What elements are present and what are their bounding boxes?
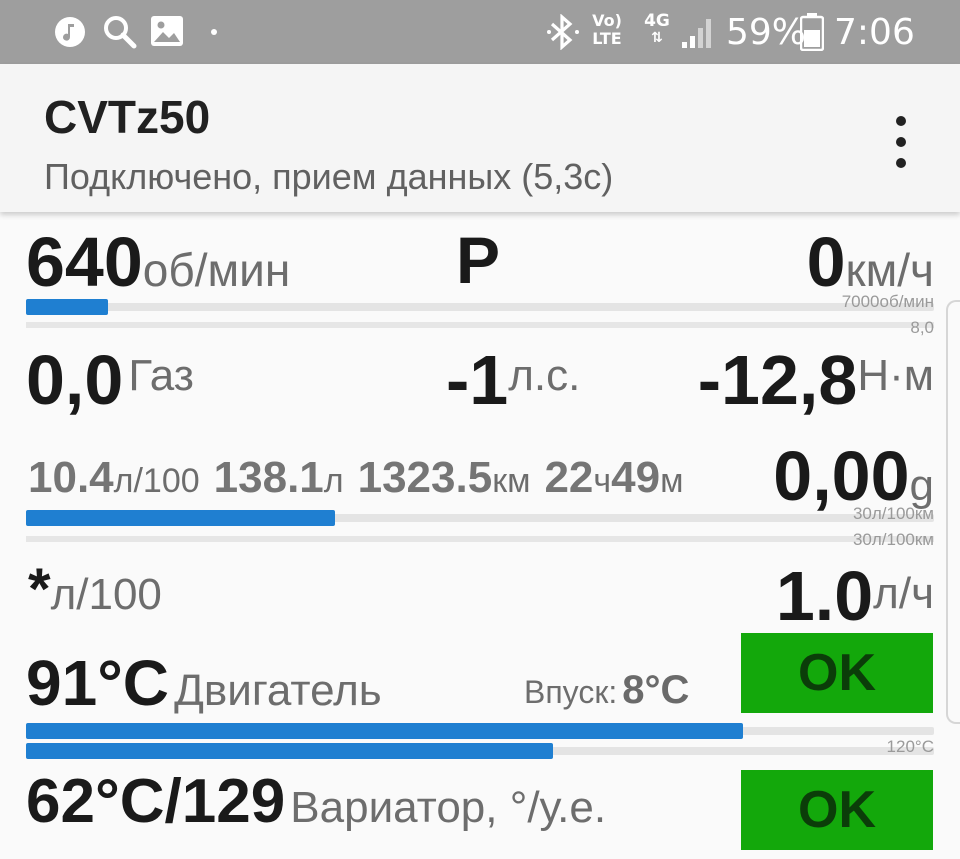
rpm-bar-fill <box>26 299 108 315</box>
rpm-max-label: 7000об/мин <box>841 292 934 311</box>
intake-temp-bar-fill <box>26 743 553 759</box>
connection-status: Подключено, прием данных (5,3с) <box>44 156 614 197</box>
rpm-unit: об/мин <box>142 244 291 296</box>
intake-value: 8°C <box>622 668 690 712</box>
engine-temp-label: Двигатель <box>174 666 382 715</box>
trip-hours: 22 <box>544 453 594 502</box>
fuel-used: 138.1 <box>213 453 324 502</box>
speed-value: 0 <box>806 223 846 301</box>
engine-status-badge: OK <box>741 633 933 713</box>
consumption-max-label-1: 30л/100км <box>852 504 934 523</box>
volte-icon: Vo) LTE <box>589 12 625 48</box>
torque-readout: -12,8Н·м <box>698 340 934 420</box>
instant-consumption-readout: *л/100 <box>28 556 162 623</box>
music-icon <box>55 17 85 47</box>
instant-value: * <box>28 557 51 622</box>
data-arrows-icon: ⇅ <box>651 30 663 46</box>
net-label: 4G <box>644 11 670 31</box>
volte-line2: LTE <box>592 29 622 48</box>
torque-value: -12,8 <box>697 341 858 419</box>
rpm-value: 640 <box>26 223 143 301</box>
consumption-bar <box>26 510 934 526</box>
trip-distance: 1323.5 <box>357 453 493 502</box>
throttle-label: Газ <box>128 351 194 400</box>
throttle-max-label: 8,0 <box>910 318 934 337</box>
engine-temp-max-label: 120°C <box>886 737 934 756</box>
engine-temp-readout: 91°C Двигатель <box>26 646 382 720</box>
engine-temp-bar-fill <box>26 723 744 739</box>
power-value: -1 <box>446 341 509 419</box>
g-force-unit: g <box>909 461 934 510</box>
app-title: CVTz50 <box>44 91 211 143</box>
signal-icon <box>682 19 711 48</box>
rpm-bar <box>26 299 934 315</box>
fuel-used-unit: л <box>323 462 344 500</box>
gear-indicator: P <box>456 223 501 297</box>
consumption-max-label-2: 30л/100км <box>852 530 934 549</box>
trip-minutes-unit: м <box>660 462 684 500</box>
speed-unit: км/ч <box>845 244 935 296</box>
bluetooth-icon <box>547 14 579 50</box>
scroll-indicator[interactable] <box>946 300 960 724</box>
search-icon <box>104 16 137 49</box>
rpm-readout: 640об/мин <box>26 222 290 302</box>
volte-line1: Vo) <box>592 11 622 30</box>
instant-consumption-bar <box>26 536 934 542</box>
cvt-temp-readout: 62°C/129 Вариатор, °/у.е. <box>26 766 606 837</box>
cvt-status-badge: OK <box>741 770 933 850</box>
more-vert-icon[interactable] <box>886 116 918 168</box>
throttle-readout: 0,0 Газ <box>26 340 194 420</box>
avg-consumption-unit: л/100 <box>113 462 200 500</box>
intake-temp-readout: Впуск: 8°C <box>524 668 689 713</box>
consumption-bar-fill <box>26 510 335 526</box>
image-icon <box>151 16 183 46</box>
cvt-temp-label: Вариатор, °/у.е. <box>290 783 607 832</box>
intake-temp-bar <box>26 743 934 759</box>
avg-consumption: 10.4 <box>28 453 114 502</box>
battery-percent: 59% <box>726 12 807 53</box>
engine-temp-value: 91°C <box>26 647 169 719</box>
trip-hours-unit: ч <box>593 462 612 500</box>
intake-label: Впуск: <box>524 674 618 710</box>
trip-summary: 10.4л/100 138.1л 1323.5км 22ч49м <box>28 452 683 503</box>
hourly-value: 1.0 <box>775 557 874 635</box>
status-bar: Vo) LTE 4G ⇅ 59% 7:06 <box>0 0 960 64</box>
throttle-value: 0,0 <box>26 341 124 419</box>
hourly-consumption-readout: 1.0л/ч <box>776 556 934 636</box>
throttle-bar <box>26 322 934 328</box>
app-bar: CVTz50 Подключено, прием данных (5,3с) <box>0 64 960 212</box>
clock: 7:06 <box>834 12 915 53</box>
power-readout: -1л.с. <box>446 340 580 420</box>
battery-icon <box>800 13 824 51</box>
instant-unit: л/100 <box>50 570 162 619</box>
engine-temp-bar <box>26 723 934 739</box>
power-unit: л.с. <box>508 351 581 400</box>
speed-readout: 0км/ч <box>807 222 934 302</box>
trip-distance-unit: км <box>492 462 531 500</box>
cvt-temp-value: 62°C/129 <box>26 767 286 836</box>
torque-unit: Н·м <box>857 351 934 400</box>
trip-minutes: 49 <box>611 453 661 502</box>
hourly-unit: л/ч <box>873 569 934 618</box>
4g-icon: 4G ⇅ <box>641 12 673 46</box>
dot-icon <box>211 29 217 35</box>
